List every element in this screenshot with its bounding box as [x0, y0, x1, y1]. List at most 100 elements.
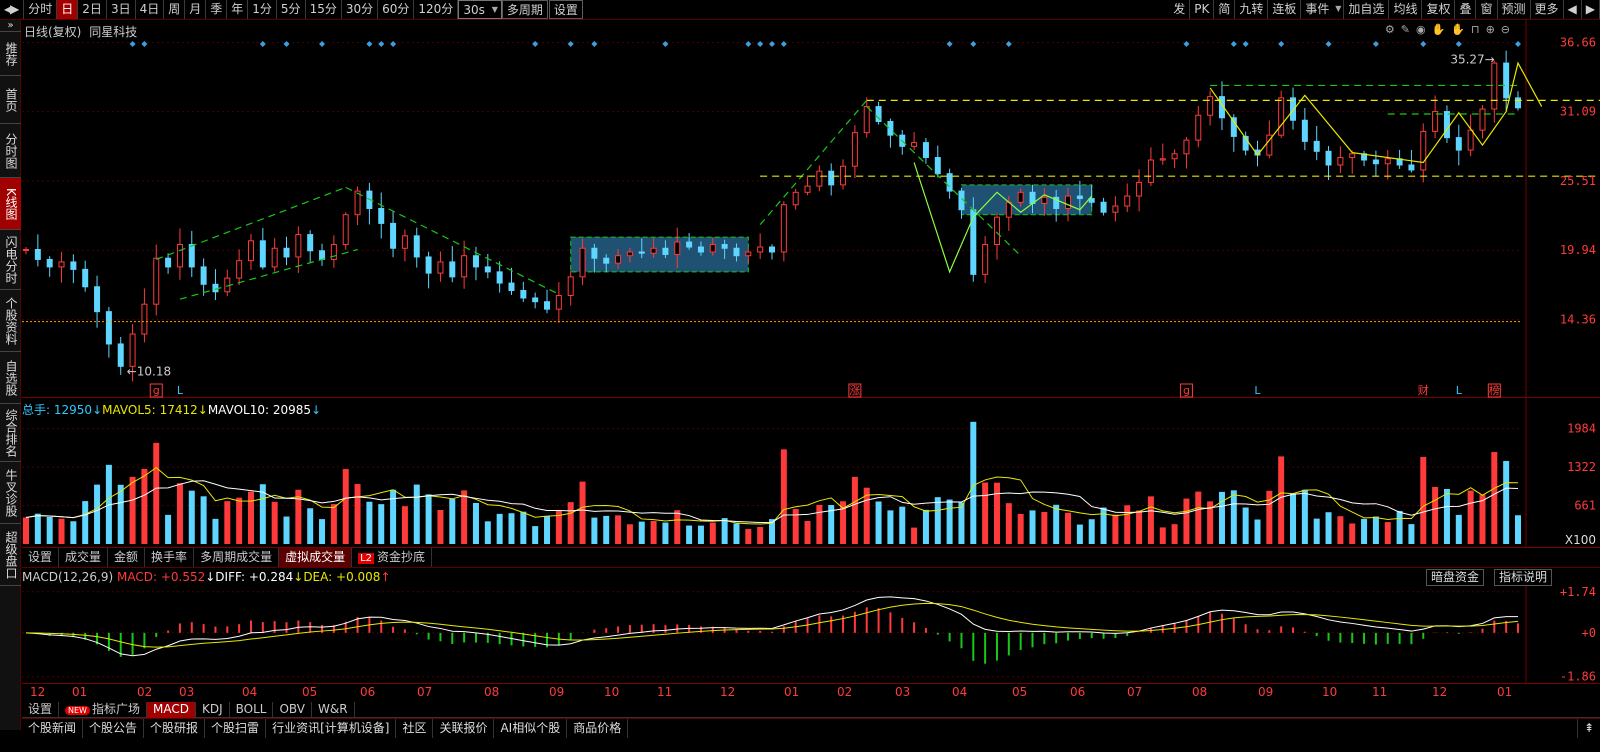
sidenav-item-5[interactable]: 个股资料	[0, 290, 21, 352]
bottom-tab-8[interactable]: 商品价格	[567, 719, 629, 738]
bottom-tab-3[interactable]: 个股扫雷	[205, 719, 267, 738]
candle-body	[141, 303, 148, 335]
period-button-5[interactable]: 周	[164, 0, 186, 19]
period-button-9[interactable]: 1分	[248, 0, 277, 19]
kline-panel[interactable]: 36.66 31.09 25.51 19.94 14.36 ←10.18 35.27→ g L 涨…	[22, 20, 1600, 398]
period-button-14[interactable]: 120分	[414, 0, 459, 19]
settings-icon[interactable]: ⚙	[1385, 23, 1395, 36]
volume-tab-6[interactable]: L2 资金抄底	[352, 548, 433, 567]
volume-tab-1[interactable]: 成交量	[59, 548, 109, 567]
toolbar-right-12[interactable]: 更多	[1531, 0, 1564, 19]
sidenav-item-1[interactable]: 首页	[0, 76, 21, 124]
sidenav-item-6[interactable]: 自选股	[0, 352, 21, 404]
bottom-tab-7[interactable]: AI相似个股	[494, 719, 568, 738]
indicator-tab-0[interactable]: 设置	[22, 701, 60, 718]
volume-tab-0[interactable]: 设置	[22, 548, 60, 567]
volume-bar	[567, 502, 574, 544]
sidenav-item-0[interactable]: 推荐	[0, 32, 21, 76]
sidenav-expand-icon[interactable]: »	[0, 20, 21, 32]
volume-bar	[697, 525, 704, 544]
bottom-tab-0[interactable]: 个股新闻	[22, 719, 84, 738]
period-button-12[interactable]: 30分	[342, 0, 379, 19]
toolbar-right-6[interactable]: 加自选	[1344, 0, 1390, 19]
bottom-tab-5[interactable]: 社区	[396, 719, 434, 738]
zoom-in-icon[interactable]: ⊕	[1486, 23, 1495, 36]
scroll-top-icon[interactable]: ⇞	[1576, 719, 1600, 738]
period-button-1[interactable]: 日	[57, 0, 79, 19]
bottom-tab-1[interactable]: 个股公告	[83, 719, 145, 738]
volume-tab-5[interactable]: 虚拟成交量	[279, 548, 353, 567]
candle-body	[1207, 96, 1214, 116]
volume-bar	[1112, 514, 1119, 544]
zoom-out-icon[interactable]: ⊖	[1501, 23, 1510, 36]
toolbar-right-8[interactable]: 复权	[1422, 0, 1456, 19]
hand-icon[interactable]: ✋	[1432, 23, 1446, 36]
sidenav-item-3[interactable]: K线图	[0, 178, 21, 230]
collapse-toggle[interactable]: ◂▶	[0, 0, 25, 19]
sidenav-item-7[interactable]: 综合排名	[0, 404, 21, 462]
indicator-help-button[interactable]: 指标说明	[1493, 569, 1552, 586]
toolbar-right-4[interactable]: 连板	[1268, 0, 1302, 19]
period-button-0[interactable]: 分时	[24, 0, 58, 19]
scroll-left-icon[interactable]: ◀	[1564, 0, 1582, 19]
toolbar-right-1[interactable]: PK	[1190, 0, 1215, 19]
volume-chart[interactable]: 1984 1322 661 X100	[22, 398, 1600, 548]
toolbar-right-9[interactable]: 叠	[1455, 0, 1477, 19]
indicator-tab-6[interactable]: W&R	[312, 701, 355, 718]
candle-body	[1041, 196, 1048, 205]
sidenav-item-8[interactable]: 牛叉诊股	[0, 462, 21, 524]
candle-body	[851, 132, 858, 167]
draw-icon[interactable]: ✎	[1401, 23, 1410, 36]
period-button-4[interactable]: 4日	[136, 0, 165, 19]
volume-bar	[1005, 503, 1012, 544]
indicator-tab-4[interactable]: BOLL	[230, 701, 274, 718]
indicator-tab-1[interactable]: NEW 指标广场	[59, 701, 147, 718]
candle-body	[579, 247, 586, 278]
toolbar-right-10[interactable]: 窗	[1476, 0, 1498, 19]
period-button-6[interactable]: 月	[185, 0, 207, 19]
indicator-tab-5[interactable]: OBV	[273, 701, 312, 718]
bottom-tab-6[interactable]: 关联报价	[433, 719, 495, 738]
toolbar-extra-0[interactable]: 多周期	[501, 0, 548, 19]
volume-tab-3[interactable]: 换手率	[145, 548, 195, 567]
period-button-7[interactable]: 季	[206, 0, 228, 19]
sidenav-item-4[interactable]: 闪电分时	[0, 230, 21, 290]
interval-select[interactable]: 30s	[458, 0, 502, 19]
toolbar-right-11[interactable]: 预测	[1498, 0, 1531, 19]
volume-panel[interactable]: 1984 1322 661 X100 总手: 12950↓MAVOL5: 17412↓…	[22, 398, 1600, 548]
macd-chart[interactable]: +1.74 +0 -1.86	[22, 568, 1600, 684]
candle-body	[342, 214, 349, 246]
toolbar-right-3[interactable]: 九转	[1235, 0, 1269, 19]
indicator-tab-3[interactable]: KDJ	[196, 701, 230, 718]
volume-bar	[816, 504, 823, 544]
period-button-13[interactable]: 60分	[378, 0, 415, 19]
volume-bar	[1408, 524, 1415, 544]
sidenav-item-2[interactable]: 分时图	[0, 124, 21, 178]
period-button-3[interactable]: 3日	[107, 0, 136, 19]
scroll-right-icon[interactable]: ▶	[1582, 0, 1600, 19]
period-button-2[interactable]: 2日	[78, 0, 107, 19]
bottom-tab-4[interactable]: 行业资讯[计算机设备]	[266, 719, 397, 738]
toolbar-extra-1[interactable]: 设置	[548, 0, 583, 19]
bottom-tab-2[interactable]: 个股研报	[144, 719, 206, 738]
dark-pool-button[interactable]: 暗盘资金	[1425, 569, 1484, 586]
macd-panel[interactable]: +1.74 +0 -1.86 MACD(12,26,9) MACD: +0.552↓…	[22, 568, 1600, 684]
sidenav-item-9[interactable]: 超级盘口	[0, 524, 21, 586]
period-button-8[interactable]: 年	[227, 0, 249, 19]
kline-chart[interactable]: 36.66 31.09 25.51 19.94 14.36 ←10.18 35.27→ g L 涨…	[22, 20, 1600, 398]
indicator-tab-2[interactable]: MACD	[146, 701, 196, 718]
lock-icon[interactable]: ⊓	[1471, 23, 1480, 36]
toolbar-right-2[interactable]: 简	[1214, 0, 1236, 19]
volume-tab-4[interactable]: 多周期成交量	[194, 548, 280, 567]
period-button-10[interactable]: 5分	[277, 0, 306, 19]
period-button-11[interactable]: 15分	[306, 0, 342, 19]
toolbar-right-7[interactable]: 均线	[1389, 0, 1423, 19]
volume-tab-2[interactable]: 金额	[108, 548, 146, 567]
eye-icon[interactable]: ◉	[1416, 23, 1426, 36]
drag-icon[interactable]: ✋	[1451, 23, 1465, 36]
volume-bar	[70, 521, 77, 544]
toolbar-right-5[interactable]: 事件 ▼	[1301, 0, 1345, 19]
candle-body	[1443, 111, 1450, 139]
candle-body	[1147, 159, 1154, 183]
toolbar-right-0[interactable]: 发	[1169, 0, 1191, 19]
